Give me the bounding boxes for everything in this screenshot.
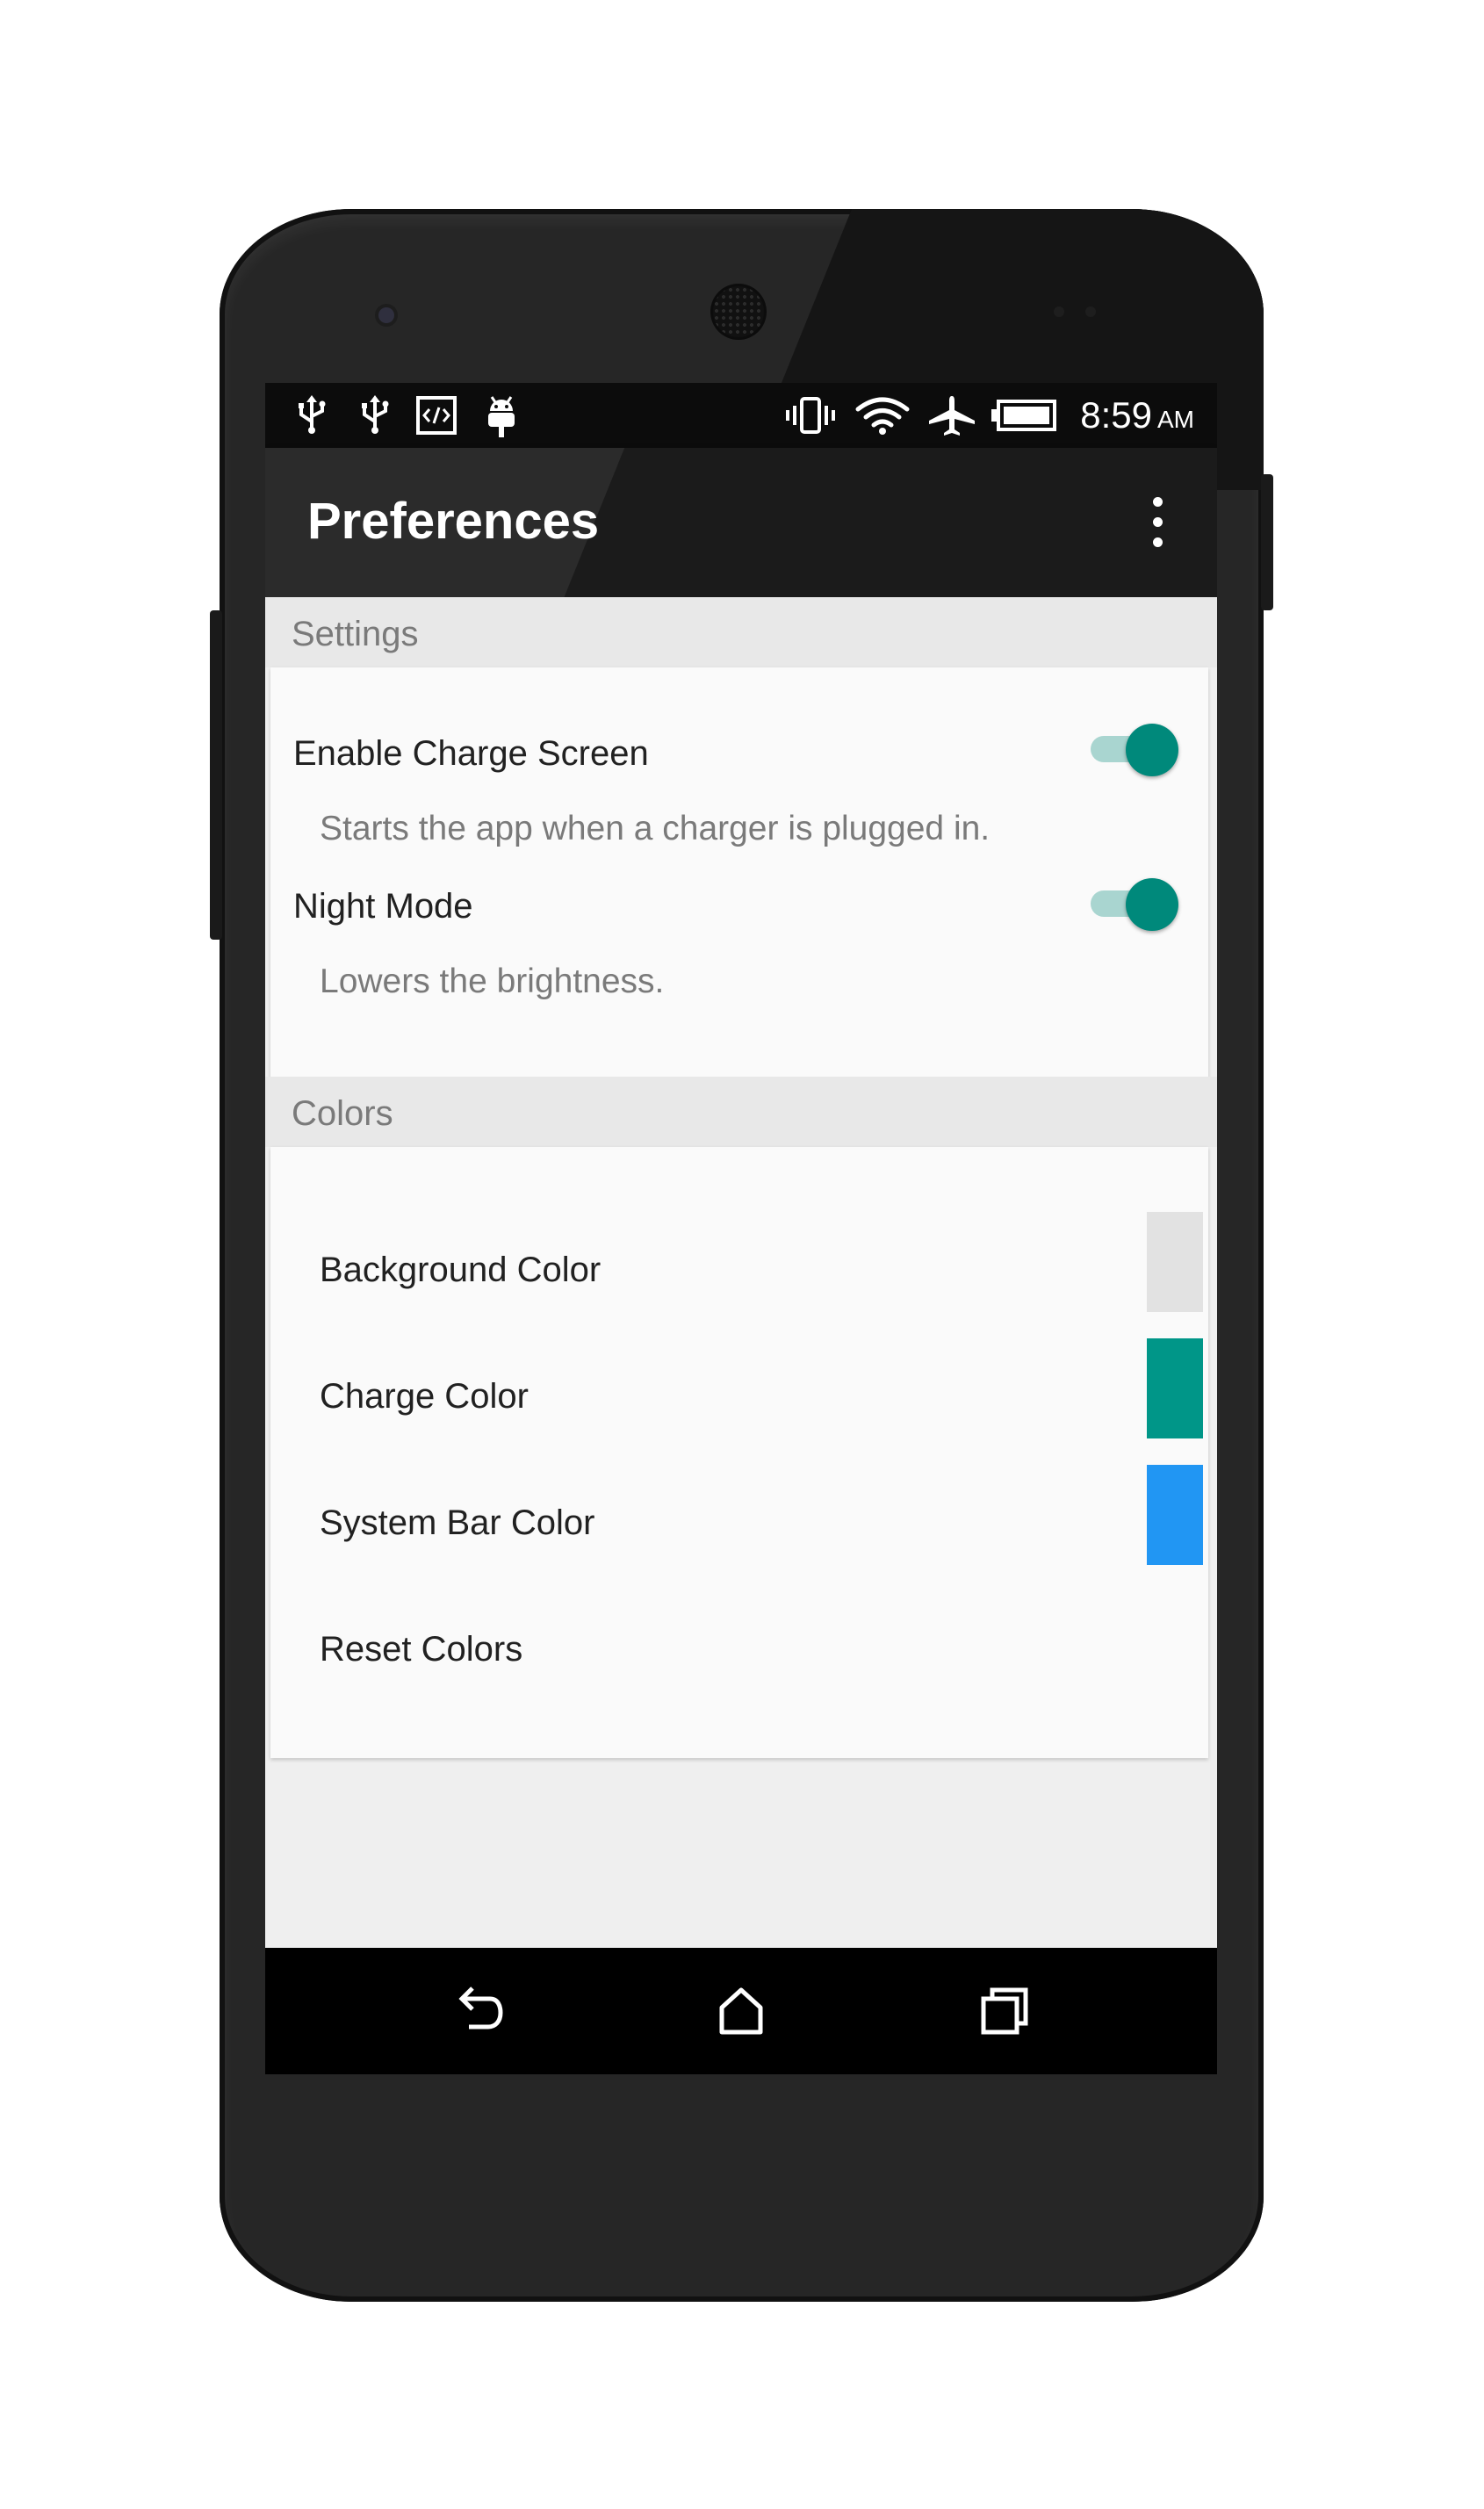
battery-icon (989, 395, 1059, 436)
power-button (1261, 474, 1273, 610)
airplane-icon (926, 395, 978, 436)
back-icon[interactable] (451, 1985, 504, 2037)
volume-button (210, 610, 222, 940)
settings-card: Enable Charge Screen Starts the app when… (270, 667, 1208, 1080)
pref-system-bar-color[interactable]: System Bar Color (270, 1465, 1208, 1591)
switch-thumb (1126, 724, 1178, 776)
pref-summary: Lowers the brightness. (320, 963, 665, 1000)
status-clock: 8:59 AM (1080, 394, 1194, 436)
screen: 8:59 AM Preferences Settings Enable Charg… (265, 383, 1217, 2074)
wifi-icon (854, 395, 911, 436)
colors-section-header: Colors (265, 1077, 1217, 1147)
pref-summary: Starts the app when a charger is plugged… (320, 810, 991, 847)
navigation-bar (265, 1948, 1217, 2074)
settings-section-header: Settings (265, 597, 1217, 667)
pref-enable-charge-screen[interactable]: Enable Charge Screen Starts the app when… (270, 720, 1208, 869)
pref-title: Enable Charge Screen (293, 734, 649, 773)
proximity-sensor (1054, 306, 1064, 317)
usb-icon (292, 395, 332, 436)
app-bar: Preferences (265, 448, 1217, 597)
night-mode-switch[interactable] (1084, 875, 1180, 931)
pref-title: Reset Colors (320, 1630, 523, 1669)
clock-time: 8:59 (1080, 394, 1152, 436)
recents-icon[interactable] (978, 1985, 1031, 2037)
app-title: Preferences (307, 493, 600, 550)
background-color-swatch (1147, 1212, 1203, 1312)
system-bar-color-swatch (1147, 1465, 1203, 1565)
home-icon[interactable] (715, 1985, 767, 2037)
front-camera (378, 307, 394, 323)
light-sensor (1085, 306, 1096, 317)
colors-card: Background Color Charge Color System Bar… (270, 1147, 1208, 1758)
pref-night-mode[interactable]: Night Mode Lowers the brightness. (270, 875, 1208, 1024)
android-debug-icon (481, 395, 522, 437)
pref-title: System Bar Color (320, 1503, 595, 1542)
status-bar: 8:59 AM (265, 383, 1217, 448)
clock-ampm: AM (1157, 406, 1194, 433)
pref-charge-color[interactable]: Charge Color (270, 1338, 1208, 1465)
enable-charge-screen-switch[interactable] (1084, 720, 1180, 776)
vibrate-icon (782, 395, 839, 436)
pref-background-color[interactable]: Background Color (270, 1212, 1208, 1338)
charge-color-swatch (1147, 1338, 1203, 1438)
switch-thumb (1126, 878, 1178, 931)
pref-title: Night Mode (293, 887, 473, 926)
settings-header-label: Settings (292, 615, 419, 653)
earpiece-speaker (713, 286, 764, 337)
colors-header-label: Colors (292, 1094, 393, 1133)
overflow-menu-icon[interactable] (1149, 497, 1166, 548)
developer-code-icon (414, 395, 458, 436)
pref-reset-colors[interactable]: Reset Colors (270, 1591, 1208, 1718)
pref-title: Background Color (320, 1251, 602, 1289)
usb-icon (355, 395, 395, 436)
pref-title: Charge Color (320, 1377, 529, 1416)
